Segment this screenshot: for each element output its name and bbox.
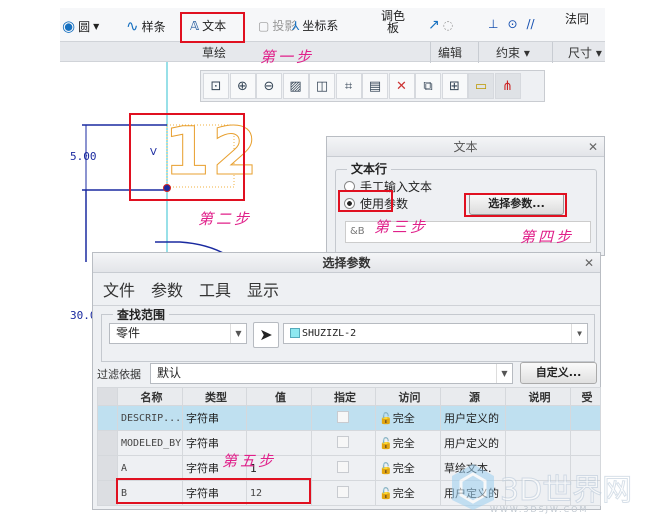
midpoint-icon[interactable]: ⊙ xyxy=(507,17,517,31)
project-icon: ▢ xyxy=(258,18,270,33)
designate-checkbox[interactable] xyxy=(337,435,349,448)
constraint-icons: ⊥ ⊙ // xyxy=(488,17,535,31)
palette-button[interactable]: 调色板 xyxy=(380,10,406,34)
project-button[interactable]: ▢ 投影 xyxy=(258,17,296,34)
col-name[interactable]: 名称 xyxy=(117,387,183,406)
designate-checkbox[interactable] xyxy=(337,485,349,498)
step1-highlight xyxy=(180,12,245,43)
designate-checkbox[interactable] xyxy=(337,460,349,473)
group-label: 文本行 xyxy=(347,160,392,177)
chevron-down-icon: ▼ xyxy=(496,364,512,383)
step4-highlight xyxy=(464,193,567,217)
col-source[interactable]: 源 xyxy=(440,387,506,406)
close-icon[interactable]: ✕ xyxy=(584,253,594,273)
col-value[interactable]: 值 xyxy=(246,387,312,406)
dimension-display-icon[interactable]: ⊞ xyxy=(441,73,468,99)
part-icon xyxy=(290,328,300,338)
perpendicular-icon[interactable]: ⊥ xyxy=(488,17,498,31)
edit-icons: ↗ ◌ xyxy=(428,17,453,33)
datum-display-icon[interactable]: ✕ xyxy=(388,73,415,99)
watermark-url: WWW.3DSJW.COM xyxy=(490,505,589,514)
close-icon[interactable]: ✕ xyxy=(588,137,598,157)
designate-checkbox[interactable] xyxy=(337,410,349,423)
col-designate[interactable]: 指定 xyxy=(311,387,376,406)
scope-model-select[interactable]: SHUZIZL-2 ▼ xyxy=(283,323,588,344)
col-type[interactable]: 类型 xyxy=(182,387,247,406)
step2-label: 第二步 xyxy=(198,210,253,228)
normal-dimension-button[interactable]: 法同 xyxy=(565,10,589,27)
pick-model-button[interactable]: ➤ xyxy=(253,322,279,348)
step4-label: 第四步 xyxy=(520,228,575,246)
col-access[interactable]: 访问 xyxy=(375,387,441,406)
step3-label: 第三步 xyxy=(374,218,429,236)
modify-icon[interactable]: ↗ xyxy=(428,17,440,33)
group-dimension[interactable]: 尺寸 ▾ xyxy=(568,44,602,61)
named-view-icon[interactable]: ⌗ xyxy=(335,73,362,99)
menu-bar: 文件 参数 工具 显示 xyxy=(103,277,279,301)
menu-file[interactable]: 文件 xyxy=(103,277,135,301)
step2-highlight xyxy=(129,113,245,201)
chevron-down-icon: ▼ xyxy=(230,324,246,343)
menu-tools[interactable]: 工具 xyxy=(199,277,231,301)
spline-button[interactable]: ∿ 样条 xyxy=(126,17,166,35)
parallel-icon[interactable]: // xyxy=(527,17,535,31)
coordinate-system-button[interactable]: ⅄ 坐标系 xyxy=(292,17,338,34)
menu-parameter[interactable]: 参数 xyxy=(151,277,183,301)
dimension-value[interactable]: 5.00 xyxy=(70,150,97,163)
circle-icon: ◉ xyxy=(62,17,76,35)
group-sketch: 草绘 xyxy=(202,46,227,60)
vertex-display-icon[interactable]: ⋔ xyxy=(494,73,521,99)
saved-view-icon[interactable]: ⧉ xyxy=(415,73,441,99)
lock-icon: 🔓 xyxy=(379,462,393,475)
constraint-display-icon[interactable]: ▭ xyxy=(468,73,494,99)
ribbon: ◉ 圆 ▼ ∿ 样条 𝔸 文本 ▢ 投影 ⅄ 坐标系 调色板 ↗ ◌ ⊥ ⊙// 法同 xyxy=(60,8,605,41)
lock-icon: 🔓 xyxy=(379,412,393,425)
filter-label: 过滤依据 xyxy=(97,368,141,381)
chevron-down-icon: ▼ xyxy=(571,324,587,343)
ribbon-group-bar: 草绘 编辑 约束 ▾ 尺寸 ▾ xyxy=(60,41,605,63)
group-constrain[interactable]: 约束 ▾ xyxy=(496,44,530,61)
lock-icon: 🔓 xyxy=(379,437,393,450)
step5-label: 第五步 xyxy=(222,452,277,470)
table-row[interactable]: DESCRIP... 字符串 🔓完全 用户定义的 xyxy=(97,405,601,431)
filter-select[interactable]: 默认 ▼ xyxy=(150,363,513,384)
rotate-resize-icon[interactable]: ◌ xyxy=(443,18,453,32)
group-label: 查找范围 xyxy=(113,306,170,323)
table-row[interactable]: MODELED_BY 字符串 🔓完全 用户定义的 xyxy=(97,430,601,456)
coordinate-system-icon: ⅄ xyxy=(292,18,300,33)
dialog-title: 选择参数 xyxy=(322,256,371,270)
customize-button[interactable]: 自定义... xyxy=(520,362,597,384)
group-edit: 编辑 xyxy=(438,46,463,60)
spline-icon: ∿ xyxy=(126,17,139,35)
lock-icon: 🔓 xyxy=(379,487,393,500)
step5-highlight xyxy=(116,478,311,504)
col-restricted[interactable]: 受 xyxy=(570,387,601,406)
scope-type-select[interactable]: 零件 ▼ xyxy=(109,323,247,344)
col-description[interactable]: 说明 xyxy=(505,387,571,406)
step3-highlight xyxy=(338,190,393,212)
dialog-title: 文本 xyxy=(453,140,478,154)
menu-display[interactable]: 显示 xyxy=(247,277,279,301)
cursor-arrow-icon: ➤ xyxy=(259,325,273,344)
sketch-view-icon[interactable]: ▤ xyxy=(362,73,388,99)
circle-button[interactable]: ◉ 圆 ▼ xyxy=(62,17,99,35)
